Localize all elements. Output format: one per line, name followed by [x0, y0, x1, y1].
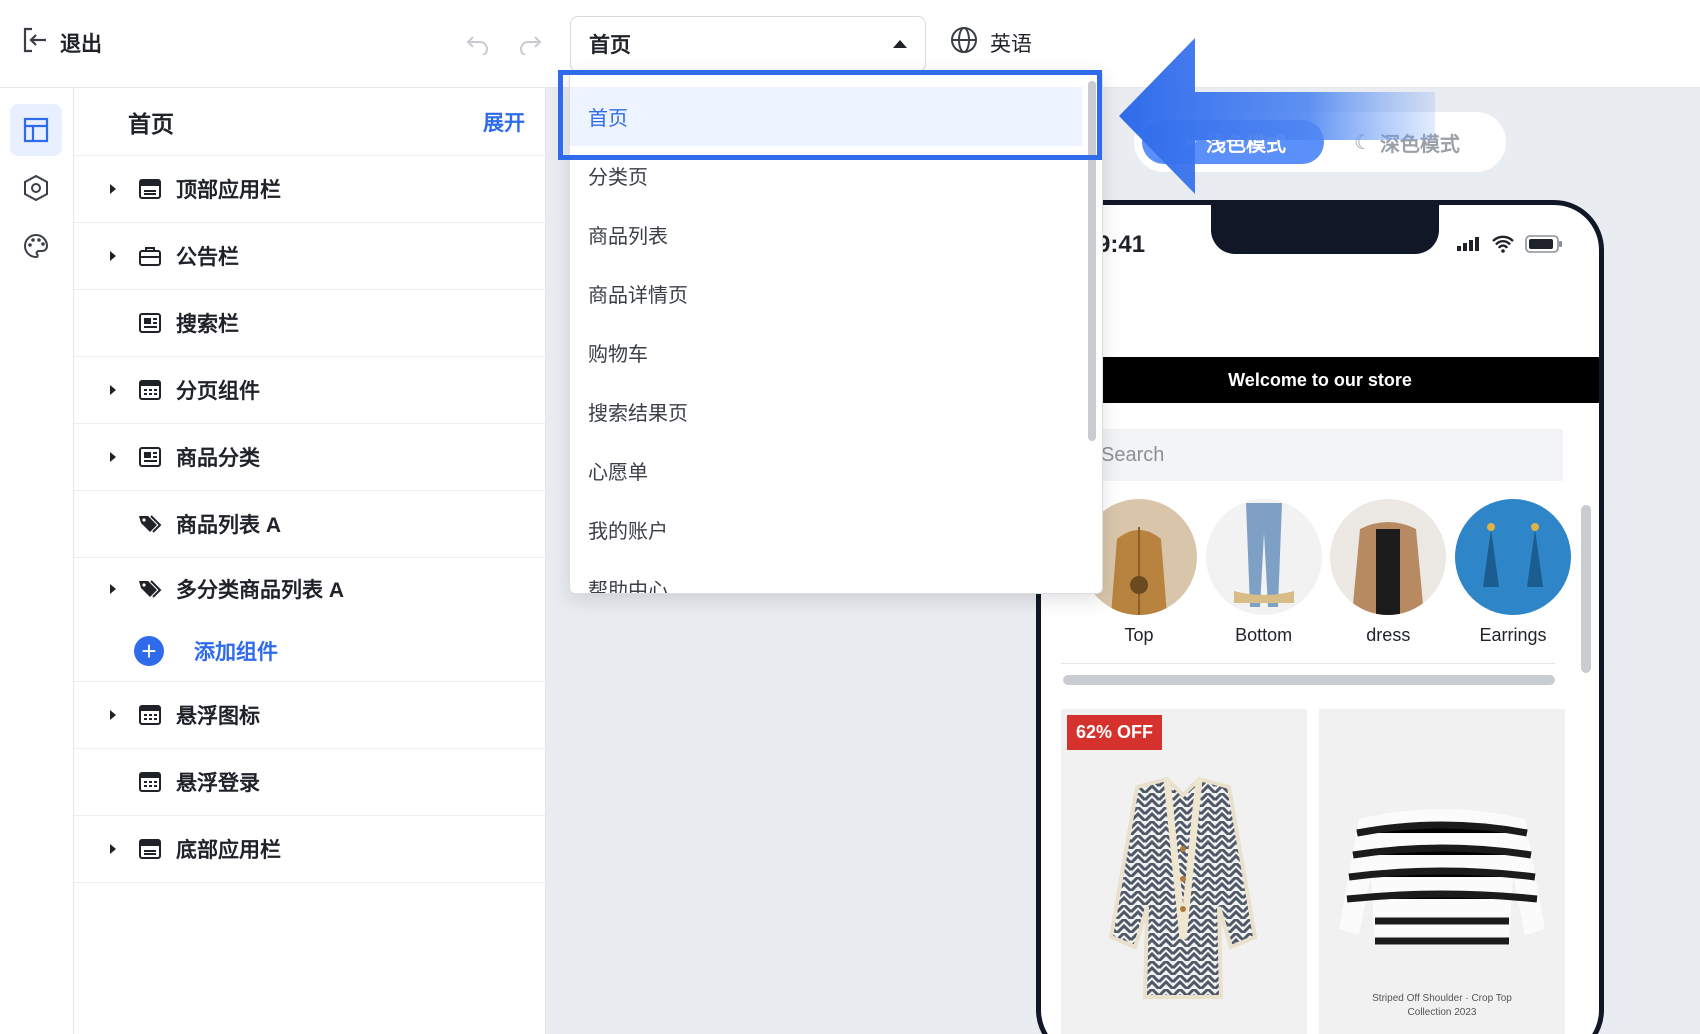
exit-label: 退出: [60, 33, 102, 56]
annotation-arrow-icon: [1115, 38, 1435, 194]
tree-item-float-login[interactable]: 悬浮登录: [74, 749, 545, 816]
category-image: [1330, 499, 1447, 615]
add-component-button[interactable]: + 添加组件: [74, 620, 545, 682]
wifi-icon: [1491, 235, 1515, 258]
tree-item-pagination[interactable]: 分页组件: [74, 357, 545, 424]
tag-icon: [138, 577, 162, 601]
expand-arrow-icon[interactable]: [110, 452, 116, 462]
expand-arrow-icon[interactable]: [110, 385, 116, 395]
tag-icon: [138, 512, 162, 536]
category-dress[interactable]: dress: [1330, 499, 1447, 646]
tree-item-search-bar[interactable]: 搜索栏: [74, 290, 545, 357]
horizontal-scrollbar[interactable]: [1063, 675, 1555, 685]
tree-item-label: 悬浮图标: [176, 705, 260, 728]
expand-arrow-icon[interactable]: [110, 844, 116, 854]
float-icon: [138, 703, 162, 727]
category-name: Top: [1124, 625, 1154, 645]
layout-icon[interactable]: [10, 104, 62, 156]
plus-icon: +: [134, 635, 164, 666]
caret-up-icon: [893, 40, 907, 48]
product-caption: Collection 2023: [1407, 1007, 1477, 1018]
pagination-icon: [138, 378, 162, 402]
palette-icon[interactable]: [10, 220, 62, 272]
tree-item-label: 多分类商品列表 A: [176, 579, 344, 602]
status-icons: [1457, 235, 1563, 258]
component-tree: 首页 展开 顶部应用栏 公告栏 搜索栏 分页组件 商品分类 商品列表 A 多分类…: [74, 88, 546, 1034]
bottom-bar-icon: [138, 837, 162, 861]
tree-header: 首页 展开: [74, 88, 545, 156]
product-caption: Striped Off Shoulder · Crop Top: [1372, 993, 1512, 1004]
tree-item-label: 顶部应用栏: [176, 179, 281, 202]
icon-rail: [0, 88, 74, 1034]
vertical-scrollbar[interactable]: [1581, 505, 1591, 673]
expand-arrow-icon[interactable]: [110, 710, 116, 720]
tree-item-label: 商品分类: [176, 447, 260, 470]
settings-hexagon-icon[interactable]: [10, 162, 62, 214]
discount-badge: 62% OFF: [1067, 715, 1163, 750]
category-name: Earrings: [1479, 625, 1547, 645]
page-select-value: 首页: [589, 34, 631, 57]
expand-all-button[interactable]: 展开: [483, 107, 525, 137]
dropdown-option-cart[interactable]: 购物车: [570, 323, 1082, 382]
dropdown-option-search-results[interactable]: 搜索结果页: [570, 382, 1082, 441]
tree-item-product-list-a[interactable]: 商品列表 A: [74, 491, 545, 558]
language-button[interactable]: 英语: [950, 26, 1032, 60]
category-image: [1205, 499, 1322, 615]
store-search-input[interactable]: Search: [1081, 429, 1563, 481]
exit-icon: [22, 26, 48, 60]
status-time: 9:41: [1097, 231, 1146, 258]
tree-item-top-app-bar[interactable]: 顶部应用栏: [74, 156, 545, 223]
tree-item-label: 分页组件: [176, 380, 260, 403]
product-image: [1061, 709, 1307, 1034]
category-carousel: Top Bottom dress Earrings: [1081, 499, 1571, 646]
tree-item-float-icon[interactable]: 悬浮图标: [74, 682, 545, 749]
float-login-icon: [138, 770, 162, 794]
category-bottom[interactable]: Bottom: [1205, 499, 1322, 646]
category-name: dress: [1366, 625, 1411, 645]
expand-arrow-icon[interactable]: [110, 184, 116, 194]
expand-arrow-icon[interactable]: [110, 251, 116, 261]
app-bar-icon: [138, 177, 162, 201]
tree-item-announcement[interactable]: 公告栏: [74, 223, 545, 290]
dropdown-option-wishlist[interactable]: 心愿单: [570, 441, 1082, 500]
dropdown-option-product-list[interactable]: 商品列表: [570, 205, 1082, 264]
tree-item-label: 底部应用栏: [176, 839, 281, 862]
phone-preview: 9:41 Welcome to our store Search Top Bot…: [1036, 200, 1604, 1034]
redo-icon[interactable]: [514, 28, 546, 60]
divider: [1061, 663, 1555, 664]
battery-icon: [1525, 235, 1563, 258]
product-card[interactable]: Striped Off Shoulder · Crop Top Collecti…: [1319, 709, 1565, 1034]
dropdown-option-help-center[interactable]: 帮助中心: [570, 559, 1082, 593]
undo-icon[interactable]: [462, 28, 494, 60]
tree-item-label: 悬浮登录: [176, 772, 260, 795]
dropdown-option-my-account[interactable]: 我的账户: [570, 500, 1082, 559]
product-image: [1319, 709, 1565, 1034]
expand-arrow-icon[interactable]: [110, 584, 116, 594]
tree-item-bottom-app-bar[interactable]: 底部应用栏: [74, 816, 545, 883]
category-icon: [138, 445, 162, 469]
tree-item-label: 搜索栏: [176, 313, 239, 336]
exit-button[interactable]: 退出: [22, 26, 102, 60]
tree-item-multi-category-list-a[interactable]: 多分类商品列表 A: [74, 558, 545, 620]
tree-item-label: 公告栏: [176, 246, 239, 269]
category-earrings[interactable]: Earrings: [1454, 499, 1571, 646]
product-card[interactable]: 62% OFF: [1061, 709, 1307, 1034]
phone-notch: [1211, 205, 1439, 254]
announcement-icon: [138, 244, 162, 268]
page-select[interactable]: 首页: [570, 16, 926, 72]
welcome-banner: Welcome to our store: [1041, 357, 1599, 403]
dropdown-option-product-detail[interactable]: 商品详情页: [570, 264, 1082, 323]
category-name: Bottom: [1235, 625, 1293, 645]
search-bar-icon: [138, 311, 162, 335]
globe-icon: [950, 26, 978, 60]
tree-item-product-category[interactable]: 商品分类: [74, 424, 545, 491]
category-image: [1454, 499, 1571, 615]
tree-item-label: 商品列表 A: [176, 514, 281, 537]
add-component-label: 添加组件: [194, 640, 278, 664]
tree-title: 首页: [128, 110, 174, 137]
selection-highlight-box: [558, 70, 1102, 160]
language-label: 英语: [990, 33, 1032, 56]
signal-icon: [1457, 237, 1481, 256]
